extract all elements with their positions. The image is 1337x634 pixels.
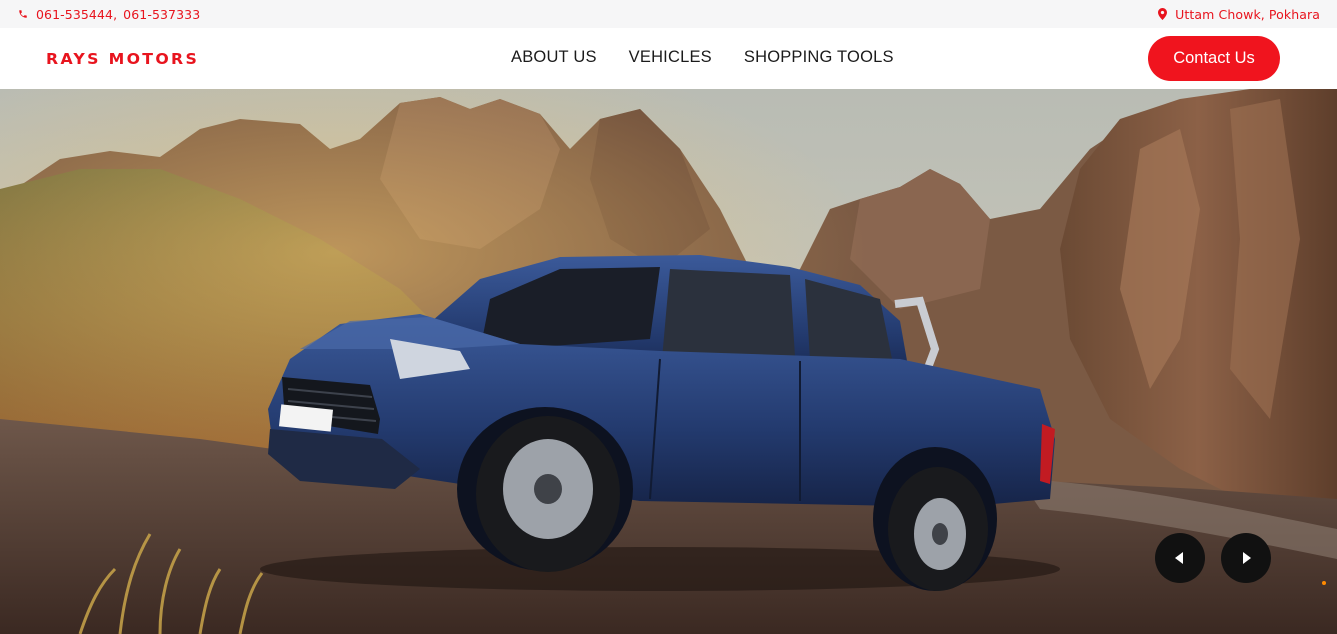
caret-left-icon [1175,552,1183,564]
phone-group: 061-535444, 061-537333 [16,7,200,22]
nav-vehicles[interactable]: VEHICLES [629,48,712,67]
phone-icon [16,7,30,21]
nav-shopping-tools[interactable]: SHOPPING TOOLS [744,48,894,67]
site-header: RAYS MOTORS ABOUT US VEHICLES SHOPPING T… [0,28,1337,89]
site-logo[interactable]: RAYS MOTORS [46,50,199,68]
carousel-next-button[interactable] [1221,533,1271,583]
map-pin-icon [1155,7,1169,21]
main-nav: ABOUT US VEHICLES SHOPPING TOOLS [511,48,894,67]
phone-link-2[interactable]: 061-537333 [123,7,200,22]
caret-right-icon [1243,552,1251,564]
top-contact-bar: 061-535444, 061-537333 Uttam Chowk, Pokh… [0,0,1337,28]
hero-slider [0,89,1337,634]
phone-link-1[interactable]: 061-535444, [36,7,117,22]
nav-about-us[interactable]: ABOUT US [511,48,597,67]
carousel-indicator-dot[interactable] [1322,581,1326,585]
hero-image [0,89,1337,634]
address-text: Uttam Chowk, Pokhara [1175,6,1320,22]
address-group: Uttam Chowk, Pokhara [1155,7,1320,22]
contact-us-button[interactable]: Contact Us [1148,36,1280,81]
carousel-prev-button[interactable] [1155,533,1205,583]
